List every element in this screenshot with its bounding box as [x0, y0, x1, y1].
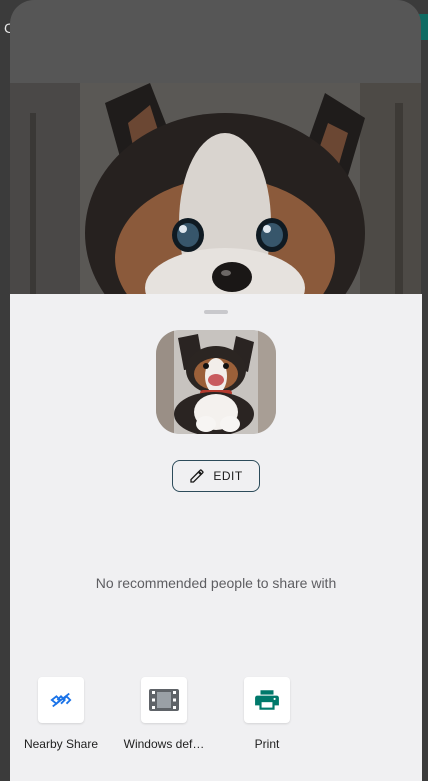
film-icon	[141, 677, 187, 723]
no-recommendations-text: No recommended people to share with	[95, 575, 337, 591]
preview-image	[10, 83, 421, 299]
drag-handle[interactable]	[204, 310, 228, 314]
share-preview-thumbnail	[156, 330, 276, 434]
share-target-print[interactable]: Print	[217, 677, 317, 751]
edit-button[interactable]: EDIT	[172, 460, 260, 492]
nearby-share-icon	[38, 677, 84, 723]
dog-illustration-thumbnail	[156, 330, 276, 434]
share-target-label: Nearby Share	[23, 737, 99, 751]
dog-illustration-large	[10, 83, 421, 299]
edit-button-label: EDIT	[213, 469, 243, 483]
screen: C	[0, 0, 428, 781]
share-target-label: Print	[254, 737, 280, 751]
pencil-icon	[189, 468, 205, 484]
share-target-label: Windows def…	[123, 737, 205, 751]
share-sheet: EDIT No recommended people to share with…	[10, 294, 422, 781]
share-target-nearby-share[interactable]: Nearby Share	[11, 677, 111, 751]
share-targets: Nearby Share Windows def… Print	[10, 677, 422, 767]
printer-icon	[244, 677, 290, 723]
share-target-windows-default[interactable]: Windows def…	[114, 677, 214, 751]
